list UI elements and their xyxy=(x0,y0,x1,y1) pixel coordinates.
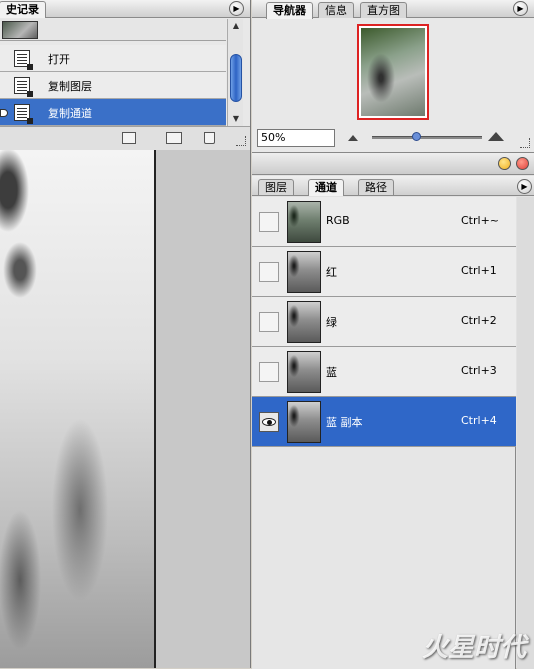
channels-panel: 图层 通道 路径 ▶ RGB Ctrl+~ 红 Ctrl+1 绿 Ctrl+2 … xyxy=(252,152,534,669)
channel-row-red[interactable]: 红 Ctrl+1 xyxy=(252,247,516,297)
navigator-preview-image xyxy=(361,28,425,116)
tab-channels[interactable]: 通道 xyxy=(308,179,344,196)
channel-name: 红 xyxy=(326,266,337,279)
channel-shortcut: Ctrl+4 xyxy=(461,414,497,427)
visibility-toggle[interactable] xyxy=(259,412,279,432)
panel-titlebar xyxy=(252,153,534,175)
navigator-panel: 导航器 信息 直方图 ▶ 50% xyxy=(252,0,534,152)
history-item-label: 复制图层 xyxy=(48,80,92,93)
visibility-toggle[interactable] xyxy=(259,262,279,282)
channel-row-blue[interactable]: 蓝 Ctrl+3 xyxy=(252,347,516,397)
history-scrollbar[interactable]: ▲ ▼ xyxy=(227,19,243,126)
zoom-slider-handle[interactable] xyxy=(412,132,421,141)
zoom-out-icon[interactable] xyxy=(348,135,358,141)
channel-shortcut: Ctrl+2 xyxy=(461,314,497,327)
new-document-icon[interactable] xyxy=(122,132,136,144)
history-snapshot[interactable] xyxy=(0,19,226,41)
channel-name: 绿 xyxy=(326,316,337,329)
channel-shortcut: Ctrl+~ xyxy=(461,214,500,227)
history-state-icon xyxy=(14,104,33,124)
resize-grip-icon[interactable] xyxy=(520,138,530,148)
channel-row-rgb[interactable]: RGB Ctrl+~ xyxy=(252,197,516,247)
snapshot-thumbnail xyxy=(2,21,38,39)
visibility-toggle[interactable] xyxy=(259,362,279,382)
visibility-toggle[interactable] xyxy=(259,312,279,332)
document-image[interactable] xyxy=(0,150,156,668)
history-item-duplicate-layer[interactable]: 复制图层 xyxy=(0,72,226,99)
channel-shortcut: Ctrl+1 xyxy=(461,264,497,277)
history-item-label: 打开 xyxy=(48,53,70,66)
history-panel: 史记录 ▶ 打开 复制图层 复制通道 ▲ ▼ xyxy=(0,0,251,150)
navigator-tabbar: 导航器 信息 直方图 ▶ xyxy=(252,0,534,19)
tab-paths[interactable]: 路径 xyxy=(358,179,394,195)
watermark-logo: 火星时代 xyxy=(421,633,526,663)
camera-icon[interactable] xyxy=(166,132,182,144)
channel-thumbnail xyxy=(287,351,321,393)
history-tabbar: 史记录 ▶ xyxy=(0,0,250,18)
tab-history[interactable]: 史记录 xyxy=(0,1,46,18)
navigator-preview[interactable] xyxy=(357,24,429,120)
close-icon[interactable] xyxy=(516,157,529,170)
resize-grip-icon[interactable] xyxy=(236,136,246,146)
channel-list: RGB Ctrl+~ 红 Ctrl+1 绿 Ctrl+2 蓝 Ctrl+3 蓝 xyxy=(252,197,516,669)
trash-icon[interactable] xyxy=(204,132,215,144)
channel-thumbnail xyxy=(287,201,321,243)
scroll-down-icon[interactable]: ▼ xyxy=(228,112,244,126)
history-item-duplicate-channel[interactable]: 复制通道 xyxy=(0,99,226,126)
eye-icon xyxy=(262,418,276,426)
tab-layers[interactable]: 图层 xyxy=(258,179,294,195)
channel-thumbnail xyxy=(287,401,321,443)
tab-histogram[interactable]: 直方图 xyxy=(360,2,407,18)
document-canvas-area xyxy=(0,150,251,668)
channel-shortcut: Ctrl+3 xyxy=(461,364,497,377)
history-state-icon xyxy=(14,77,33,97)
channel-row-blue-copy[interactable]: 蓝 副本 Ctrl+4 xyxy=(252,397,516,447)
history-state-slider[interactable] xyxy=(0,109,8,117)
channel-name: 蓝 xyxy=(326,366,337,379)
zoom-slider[interactable] xyxy=(372,136,482,139)
zoom-in-icon[interactable] xyxy=(488,132,504,141)
history-state-icon xyxy=(14,50,33,70)
channel-thumbnail xyxy=(287,251,321,293)
channel-name: RGB xyxy=(326,214,350,227)
channels-menu-button[interactable]: ▶ xyxy=(517,179,532,194)
channels-scrollbar[interactable] xyxy=(517,197,534,669)
channel-row-green[interactable]: 绿 Ctrl+2 xyxy=(252,297,516,347)
channel-thumbnail xyxy=(287,301,321,343)
history-menu-button[interactable]: ▶ xyxy=(229,1,244,16)
tab-info[interactable]: 信息 xyxy=(318,2,354,18)
history-item-label: 复制通道 xyxy=(48,107,92,120)
zoom-input[interactable]: 50% xyxy=(257,129,335,147)
visibility-toggle[interactable] xyxy=(259,212,279,232)
channels-tabbar: 图层 通道 路径 ▶ xyxy=(252,176,534,196)
tab-navigator[interactable]: 导航器 xyxy=(266,2,313,19)
history-item-open[interactable]: 打开 xyxy=(0,45,226,72)
scroll-thumb[interactable] xyxy=(230,54,242,102)
scroll-up-icon[interactable]: ▲ xyxy=(228,19,244,33)
navigator-menu-button[interactable]: ▶ xyxy=(513,1,528,16)
history-footer xyxy=(0,126,250,150)
channel-name: 蓝 副本 xyxy=(326,416,363,429)
minimize-icon[interactable] xyxy=(498,157,511,170)
